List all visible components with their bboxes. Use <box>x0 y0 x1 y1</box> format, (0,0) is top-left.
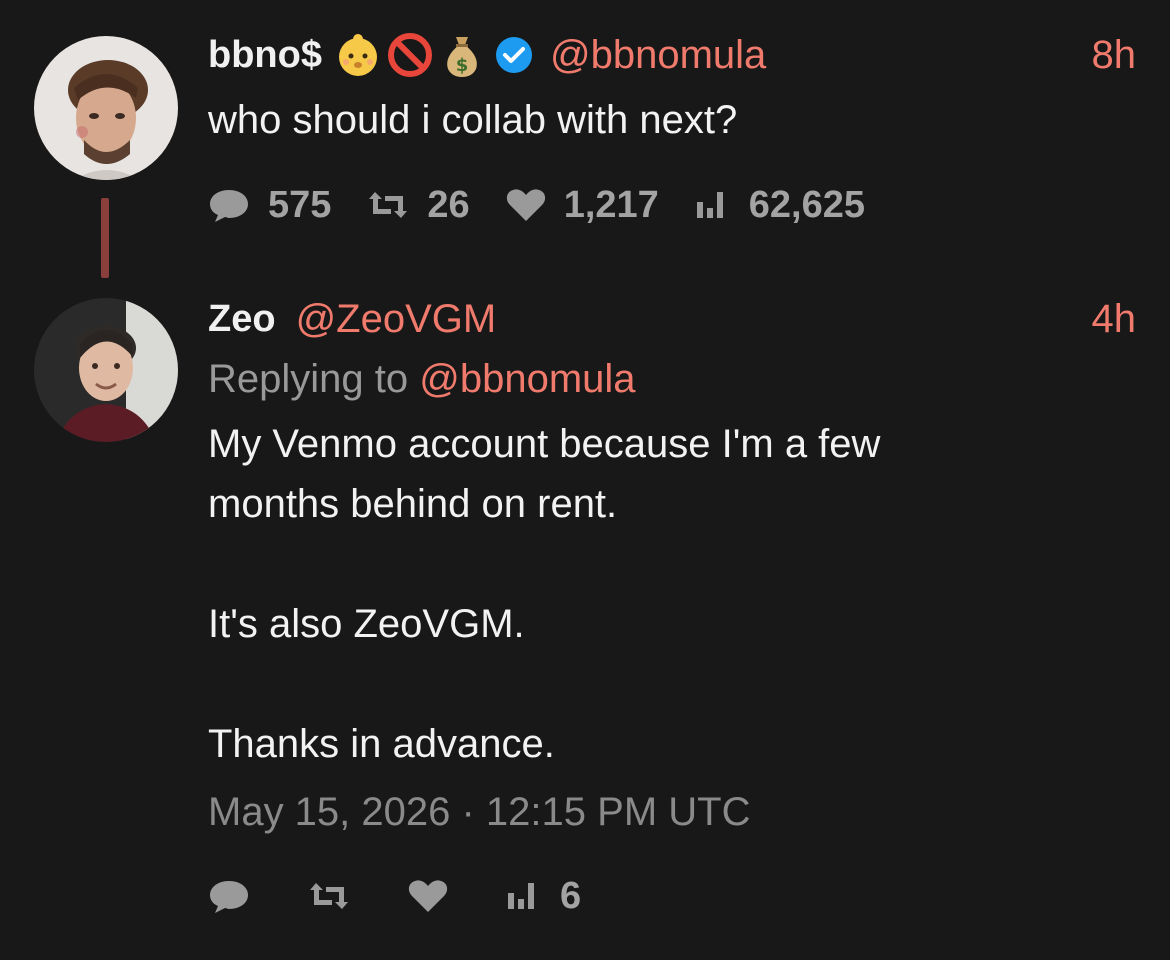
retweet-count: 26 <box>427 183 470 226</box>
tweet-stats: 575 26 1,217 62,625 <box>208 180 1136 230</box>
reply-stat[interactable] <box>208 878 268 914</box>
tweet-timestamp[interactable]: May 15, 2026 · 12:15 PM UTC <box>208 790 1136 835</box>
reply-count: 575 <box>268 183 332 226</box>
reply-stat[interactable]: 575 <box>208 184 331 227</box>
tweet-reply[interactable]: Zeo @ZeoVGM 4h Replying to @bbnomula My … <box>0 290 1170 960</box>
reply-icon <box>210 881 248 913</box>
display-name[interactable]: bbno$ <box>208 34 322 77</box>
tweet-original[interactable]: bbno$ $ @bbnomula 8h who should i collab… <box>0 0 1170 290</box>
like-count: 1,217 <box>563 183 659 226</box>
replying-prefix: Replying to <box>208 357 409 401</box>
reply-icon <box>210 190 248 222</box>
retweet-icon <box>369 192 408 218</box>
tweet-header: Zeo @ZeoVGM 4h <box>208 294 1136 344</box>
baby-face-icon <box>338 34 377 76</box>
like-stat[interactable] <box>408 878 466 914</box>
tweet-text: who should i collab with next? <box>208 98 738 142</box>
replying-handle[interactable]: @bbnomula <box>419 357 635 401</box>
retweet-icon <box>310 883 348 909</box>
post-time[interactable]: 4h <box>1092 297 1137 342</box>
avatar-bbno[interactable] <box>34 36 178 180</box>
views-chart-icon <box>508 883 534 909</box>
avatar-zeo[interactable] <box>34 298 178 442</box>
verified-badge-icon <box>495 37 532 73</box>
heart-icon <box>408 880 448 912</box>
heart-icon <box>506 189 545 221</box>
name-emojis: $ <box>334 31 486 79</box>
retweet-stat[interactable] <box>308 879 368 913</box>
views-stat[interactable]: 62,625 <box>695 184 865 227</box>
tweet-header: bbno$ $ @bbnomula 8h <box>208 30 1136 80</box>
display-name[interactable]: Zeo <box>208 298 276 341</box>
views-count: 6 <box>560 874 582 917</box>
post-time[interactable]: 8h <box>1092 33 1137 78</box>
tweet-stats: 6 <box>208 871 1136 921</box>
handle[interactable]: @ZeoVGM <box>296 297 497 342</box>
like-stat[interactable]: 1,217 <box>506 184 659 227</box>
views-chart-icon <box>696 192 723 218</box>
views-count: 62,625 <box>748 183 866 226</box>
handle[interactable]: @bbnomula <box>550 33 766 78</box>
replying-to: Replying to @bbnomula <box>208 350 1136 408</box>
svg-text:$: $ <box>456 55 469 76</box>
thread-connector-line <box>101 198 109 278</box>
tweet-text: My Venmo account because I'm a few month… <box>208 422 881 766</box>
money-bag-icon: $ <box>447 37 477 77</box>
prohibited-icon <box>387 33 432 77</box>
views-stat[interactable]: 6 <box>506 875 581 918</box>
retweet-stat[interactable]: 26 <box>367 183 470 227</box>
